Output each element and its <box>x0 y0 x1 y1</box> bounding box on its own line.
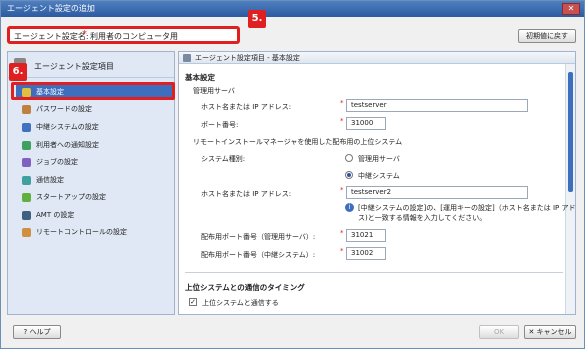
job-icon <box>22 158 31 167</box>
sidebar-item-remote[interactable]: リモートコントロールの設定 <box>16 225 172 240</box>
dist-port-relay-input[interactable]: 31002 <box>346 247 386 260</box>
ok-button[interactable]: OK <box>479 325 519 339</box>
required-mark: * <box>340 247 344 255</box>
host2-input[interactable]: testserver2 <box>346 186 528 199</box>
radio-relay-label: 中継システム <box>358 172 400 180</box>
help-icon: ? <box>23 328 28 336</box>
callout-6: 6. <box>9 63 27 81</box>
sidebar-item-relay[interactable]: 中継システムの設定 <box>16 120 172 135</box>
agent-name-label: エージェント設定名: <box>14 32 89 41</box>
agent-name-field-group: エージェント設定名: * 利用者のコンピュータ用 <box>7 26 240 44</box>
sidebar-item-label: 通信設定 <box>36 176 64 184</box>
sidebar-item-label: パスワードの設定 <box>36 105 92 113</box>
close-button[interactable]: ✕ <box>562 3 580 15</box>
dist-port-relay-label: 配布用ポート番号（中継システム）: <box>201 251 316 259</box>
timing-checkbox[interactable]: ✓ <box>189 298 197 306</box>
sidebar-item-password[interactable]: パスワードの設定 <box>16 102 172 117</box>
users-icon <box>22 141 31 150</box>
agent-name-input[interactable]: 利用者のコンピュータ用 <box>90 31 178 42</box>
divider <box>185 272 563 273</box>
section-title: 基本設定 <box>185 73 215 82</box>
remote-install-heading: リモートインストールマネージャを使用した配布用の上位システム <box>193 138 403 146</box>
panel-title: エージェント設定項目 - 基本設定 <box>195 54 300 62</box>
cancel-icon: ✕ <box>528 328 535 336</box>
required-mark: * <box>82 29 87 40</box>
key-icon <box>22 105 31 114</box>
sidebar-title: エージェント設定項目 <box>34 62 114 71</box>
system-type-label: システム種別: <box>201 155 246 163</box>
selected-item-highlight <box>11 82 175 100</box>
sidebar-item-comm[interactable]: 通信設定 <box>16 173 172 188</box>
sidebar-item-amt[interactable]: AMT の設定 <box>16 208 172 223</box>
network-icon <box>22 123 31 132</box>
sidebar-item-notify[interactable]: 利用者への通知設定 <box>16 138 172 153</box>
timing-title: 上位システムとの通信のタイミング <box>185 283 305 292</box>
help-label: ヘルプ <box>29 328 51 336</box>
radio-mgmt-server[interactable] <box>345 154 353 162</box>
mgmt-server-heading: 管理用サーバ <box>193 87 235 95</box>
host-label: ホスト名または IP アドレス: <box>201 103 292 111</box>
title-bar: エージェント設定の追加 ✕ <box>1 1 584 17</box>
startup-icon <box>22 193 31 202</box>
reset-defaults-button[interactable]: 初期値に戻す <box>518 29 576 43</box>
help-button[interactable]: ? ヘルプ <box>13 325 61 339</box>
sidebar-item-label: AMT の設定 <box>36 211 75 219</box>
comm-icon <box>22 176 31 185</box>
timing-checkbox-label: 上位システムと通信する <box>202 299 279 307</box>
sidebar-header: エージェント設定項目 <box>8 52 174 78</box>
callout-5: 5. <box>248 10 266 28</box>
settings-icon <box>183 54 191 62</box>
sidebar-item-label: ジョブの設定 <box>36 158 78 166</box>
amt-icon <box>22 211 31 220</box>
dist-port-mgmt-input[interactable]: 31021 <box>346 229 386 242</box>
required-mark: * <box>340 229 344 237</box>
radio-relay-system[interactable] <box>345 171 353 179</box>
info-text-line1: [中継システムの設定]の、[運用キーの設定]（ホスト名または IP アドレ <box>358 204 576 212</box>
panel-header: エージェント設定項目 - 基本設定 <box>179 52 575 64</box>
sidebar-item-label: 中継システムの設定 <box>36 123 99 131</box>
radio-mgmt-label: 管理用サーバ <box>358 155 400 163</box>
cancel-label: キャンセル <box>536 328 572 336</box>
settings-panel: エージェント設定項目 - 基本設定 基本設定 管理用サーバ ホスト名または IP… <box>178 51 576 315</box>
port-input[interactable]: 31000 <box>346 117 386 130</box>
required-mark: * <box>340 99 344 107</box>
vertical-scrollbar[interactable] <box>565 64 575 314</box>
port-label: ポート番号: <box>201 121 239 129</box>
info-text-line2: ス)と一致する情報を入力してください。 <box>358 214 487 222</box>
info-icon: i <box>345 203 354 212</box>
window-title: エージェント設定の追加 <box>7 4 95 13</box>
host-input[interactable]: testserver <box>346 99 528 112</box>
host2-label: ホスト名または IP アドレス: <box>201 190 292 198</box>
remote-icon <box>22 228 31 237</box>
sidebar-item-label: 利用者への通知設定 <box>36 141 99 149</box>
dist-port-mgmt-label: 配布用ポート番号（管理用サーバ）: <box>201 233 316 241</box>
sidebar-item-label: スタートアップの設定 <box>36 193 106 201</box>
required-mark: * <box>340 117 344 125</box>
sidebar-item-label: リモートコントロールの設定 <box>36 228 127 236</box>
sidebar-item-job[interactable]: ジョブの設定 <box>16 155 172 170</box>
scroll-thumb[interactable] <box>568 72 573 192</box>
cancel-button[interactable]: ✕ キャンセル <box>524 325 576 339</box>
dialog-window: エージェント設定の追加 ✕ 5. エージェント設定名: * 利用者のコンピュータ… <box>0 0 585 349</box>
sidebar-item-startup[interactable]: スタートアップの設定 <box>16 190 172 205</box>
required-mark: * <box>340 186 344 194</box>
